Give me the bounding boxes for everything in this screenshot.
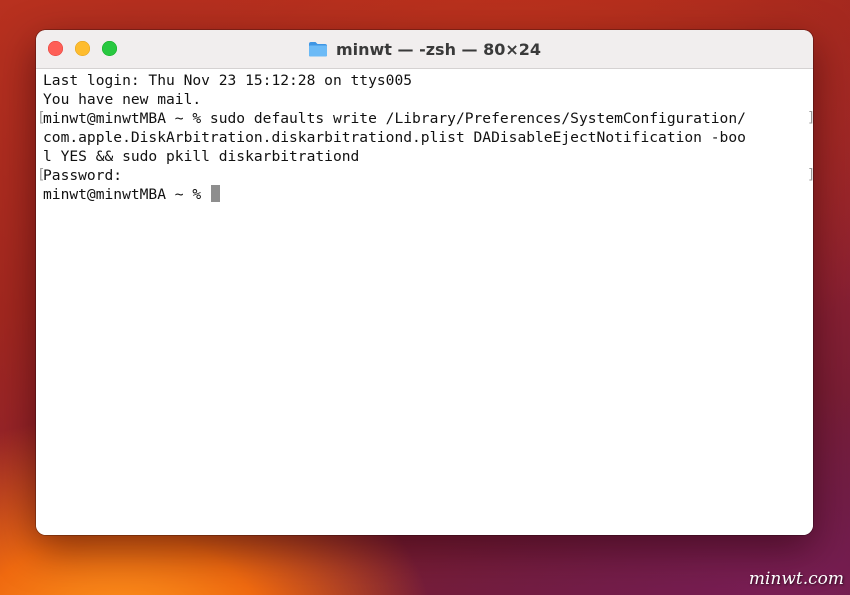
title-bar[interactable]: minwt — -zsh — 80×24 <box>36 30 813 69</box>
title-area: minwt — -zsh — 80×24 <box>36 30 813 68</box>
watermark: minwt.com <box>748 569 844 589</box>
terminal-prompt-line[interactable]: minwt@minwtMBA ~ % <box>43 185 813 204</box>
wrap-mark-right: ] <box>807 109 813 128</box>
terminal-line: Last login: Thu Nov 23 15:12:28 on ttys0… <box>43 72 413 89</box>
shell-prompt: minwt@minwtMBA ~ % <box>43 186 210 203</box>
wrap-mark-left: [ <box>37 167 46 183</box>
terminal-line: You have new mail. <box>43 91 202 108</box>
text-cursor <box>210 185 220 202</box>
wrap-mark-left: [ <box>37 110 46 126</box>
terminal-line-wrapped: [Password:] <box>37 166 813 185</box>
terminal-line-text: Password: <box>43 167 123 184</box>
terminal-line-text: minwt@minwtMBA ~ % sudo defaults write /… <box>43 110 746 127</box>
terminal-line-wrapped: [minwt@minwtMBA ~ % sudo defaults write … <box>37 109 813 128</box>
folder-icon <box>308 42 327 57</box>
terminal-line: com.apple.DiskArbitration.diskarbitratio… <box>43 129 746 146</box>
terminal-window: minwt — -zsh — 80×24 Last login: Thu Nov… <box>36 30 813 535</box>
wrap-mark-right: ] <box>807 166 813 185</box>
window-title: minwt — -zsh — 80×24 <box>335 39 542 59</box>
terminal-line: l YES && sudo pkill diskarbitrationd <box>43 148 360 165</box>
terminal-output[interactable]: Last login: Thu Nov 23 15:12:28 on ttys0… <box>36 69 813 535</box>
